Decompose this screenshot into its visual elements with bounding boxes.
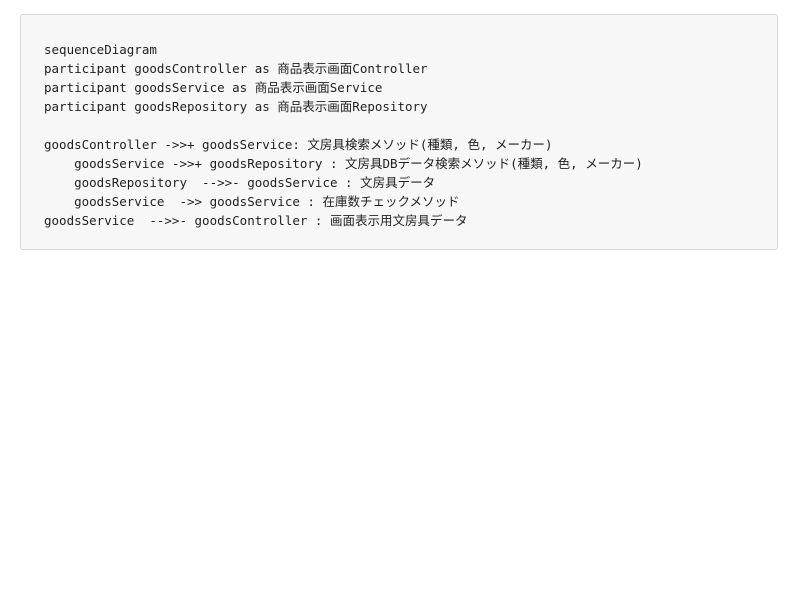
code-line-9: goodsService ->> goodsService : 在庫数チェックメ… (44, 194, 460, 209)
code-line-8: goodsRepository -->>- goodsService : 文房具… (44, 175, 436, 190)
code-line-10: goodsService -->>- goodsController : 画面表… (44, 213, 468, 228)
code-block: sequenceDiagram participant goodsControl… (20, 14, 778, 250)
code-line-3: participant goodsService as 商品表示画面Servic… (44, 80, 383, 95)
code-line-4: participant goodsRepository as 商品表示画面Rep… (44, 99, 428, 114)
code-line-1: sequenceDiagram (44, 42, 157, 57)
code-line-6: goodsController ->>+ goodsService: 文房具検索… (44, 137, 553, 152)
code-line-2: participant goodsController as 商品表示画面Con… (44, 61, 428, 76)
code-line-7: goodsService ->>+ goodsRepository : 文房具D… (44, 156, 643, 171)
